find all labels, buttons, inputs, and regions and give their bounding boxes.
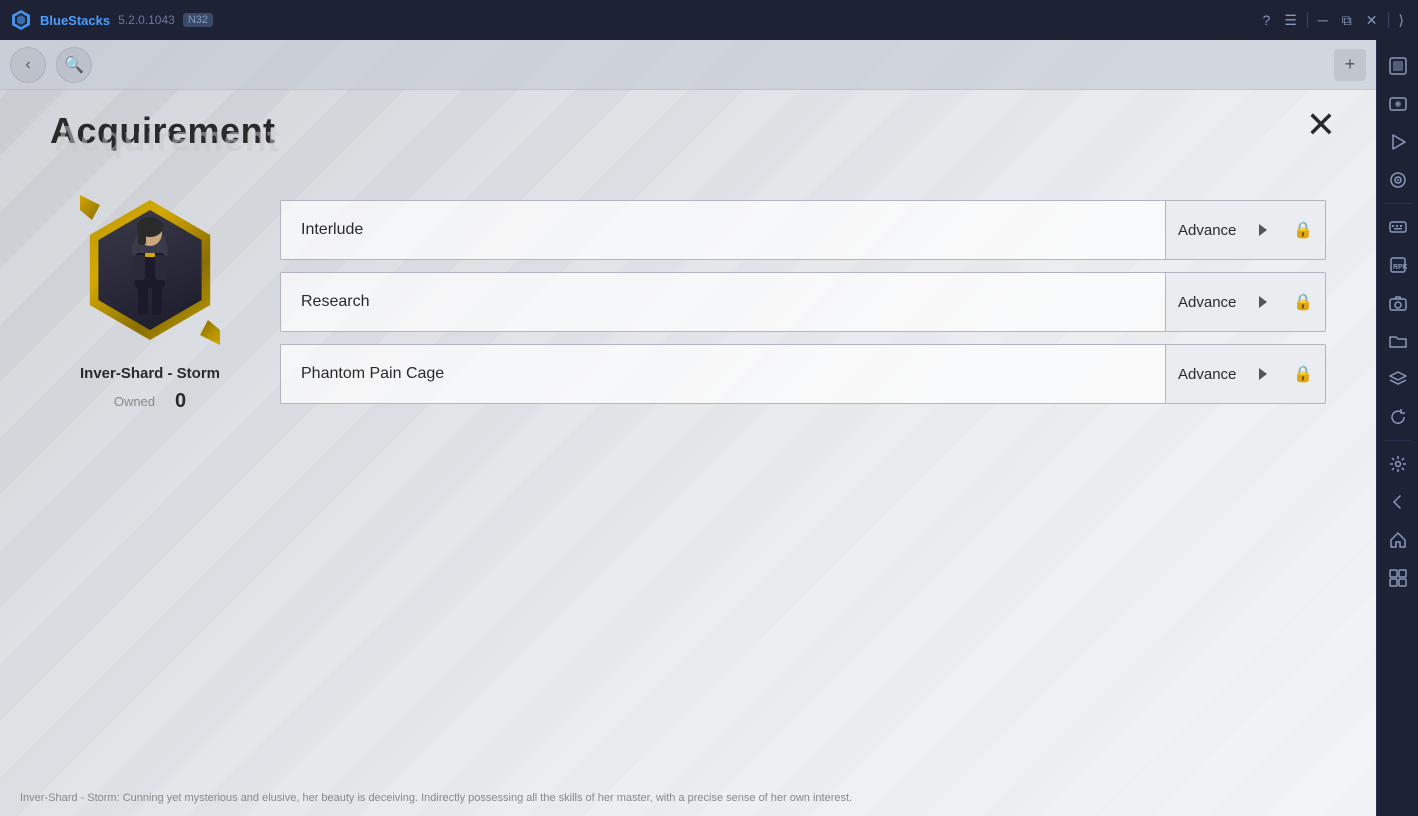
- title-bar: BlueStacks 5.2.0.1043 N32 ? ☰ ─ ⧉ ✕ ⟩: [0, 0, 1418, 40]
- sidebar-icon-rpk[interactable]: RPK: [1380, 247, 1416, 283]
- sidebar-divider: [1384, 203, 1412, 204]
- entry-label-research: Research: [281, 273, 1165, 331]
- close-panel-button[interactable]: ✕: [1296, 100, 1346, 150]
- entries-list: Interlude Advance 🔒 Rese: [280, 190, 1326, 413]
- character-hexagon: [70, 190, 230, 350]
- sidebar-icon-multiinstance[interactable]: [1380, 48, 1416, 84]
- hamburger-icon[interactable]: ☰: [1280, 8, 1301, 33]
- app-badge: N32: [183, 13, 213, 27]
- sidebar-icon-settings[interactable]: [1380, 446, 1416, 482]
- game-nav: ‹ 🔍 +: [0, 40, 1376, 90]
- entry-advance-interlude[interactable]: Advance 🔒: [1165, 201, 1325, 259]
- hex-corner-decoration-2: [200, 320, 220, 345]
- lock-icon: 🔒: [1293, 364, 1313, 384]
- close-x-icon: ✕: [1306, 107, 1336, 143]
- search-button[interactable]: 🔍: [56, 47, 92, 83]
- sidebar-icon-play[interactable]: [1380, 124, 1416, 160]
- character-name: Inver-Shard - Storm: [80, 365, 220, 382]
- advance-text: Advance: [1178, 222, 1236, 239]
- sidebar-icon-target[interactable]: [1380, 162, 1416, 198]
- main-layout: ‹ 🔍 + ✕ Acquirement Acquirement: [0, 40, 1418, 816]
- sidebar-icon-camera[interactable]: [1380, 285, 1416, 321]
- sidebar-icon-back[interactable]: [1380, 484, 1416, 520]
- character-sprite: [105, 215, 195, 325]
- panel-title-shadow: Acquirement: [50, 118, 1326, 160]
- sidebar-icon-refresh[interactable]: [1380, 399, 1416, 435]
- lock-icon: 🔒: [1293, 220, 1313, 240]
- character-description: Inver-Shard - Storm: Cunning yet mysteri…: [20, 791, 1296, 806]
- hex-background: [80, 200, 220, 340]
- entry-advance-phantom[interactable]: Advance 🔒: [1165, 345, 1325, 403]
- lock-icon: 🔒: [1293, 292, 1313, 312]
- owned-value: 0: [175, 390, 186, 413]
- sidebar-icon-folder[interactable]: [1380, 323, 1416, 359]
- window-controls: ? ☰ ─ ⧉ ✕ ⟩: [1259, 8, 1408, 33]
- app-brand: BlueStacks: [40, 13, 110, 28]
- restore-icon[interactable]: ⧉: [1338, 8, 1356, 33]
- app-version: 5.2.0.1043: [118, 13, 175, 27]
- chevron-icon: [1255, 222, 1271, 238]
- sidebar-icon-home[interactable]: [1380, 522, 1416, 558]
- sidebar-toggle-icon[interactable]: ⟩: [1395, 8, 1408, 33]
- sidebar-divider-2: [1384, 440, 1412, 441]
- hex-corner-decoration: [80, 195, 100, 220]
- back-button[interactable]: ‹: [10, 47, 46, 83]
- hex-inner: [90, 210, 210, 330]
- help-icon[interactable]: ?: [1259, 8, 1275, 32]
- content-row: Inver-Shard - Storm Owned 0 Interlude: [50, 190, 1326, 413]
- add-button[interactable]: +: [1334, 49, 1366, 81]
- acquirement-panel: Acquirement Acquirement: [20, 90, 1356, 816]
- entry-label-interlude: Interlude: [281, 201, 1165, 259]
- chevron-icon: [1255, 294, 1271, 310]
- sidebar-icon-grid[interactable]: [1380, 560, 1416, 596]
- sidebar-separator: [1388, 12, 1389, 28]
- chevron-icon: [1255, 366, 1271, 382]
- entry-label-phantom: Phantom Pain Cage: [281, 345, 1165, 403]
- close-window-icon[interactable]: ✕: [1362, 8, 1382, 33]
- advance-text: Advance: [1178, 366, 1236, 383]
- bluestacks-logo: [10, 9, 32, 31]
- right-sidebar: RPK: [1376, 40, 1418, 816]
- advance-text: Advance: [1178, 294, 1236, 311]
- game-area: ‹ 🔍 + ✕ Acquirement Acquirement: [0, 40, 1376, 816]
- character-card: Inver-Shard - Storm Owned 0: [50, 190, 250, 413]
- owned-row: Owned 0: [114, 390, 186, 413]
- controls-separator: [1307, 12, 1308, 28]
- svg-text:RPK: RPK: [1393, 264, 1407, 271]
- sidebar-icon-keyboard[interactable]: [1380, 209, 1416, 245]
- owned-label: Owned: [114, 394, 155, 409]
- entry-row: Interlude Advance 🔒: [280, 200, 1326, 260]
- minimize-icon[interactable]: ─: [1314, 8, 1332, 32]
- sidebar-icon-layers[interactable]: [1380, 361, 1416, 397]
- entry-row: Phantom Pain Cage Advance 🔒: [280, 344, 1326, 404]
- entry-advance-research[interactable]: Advance 🔒: [1165, 273, 1325, 331]
- entry-row: Research Advance 🔒: [280, 272, 1326, 332]
- sidebar-icon-screen[interactable]: [1380, 86, 1416, 122]
